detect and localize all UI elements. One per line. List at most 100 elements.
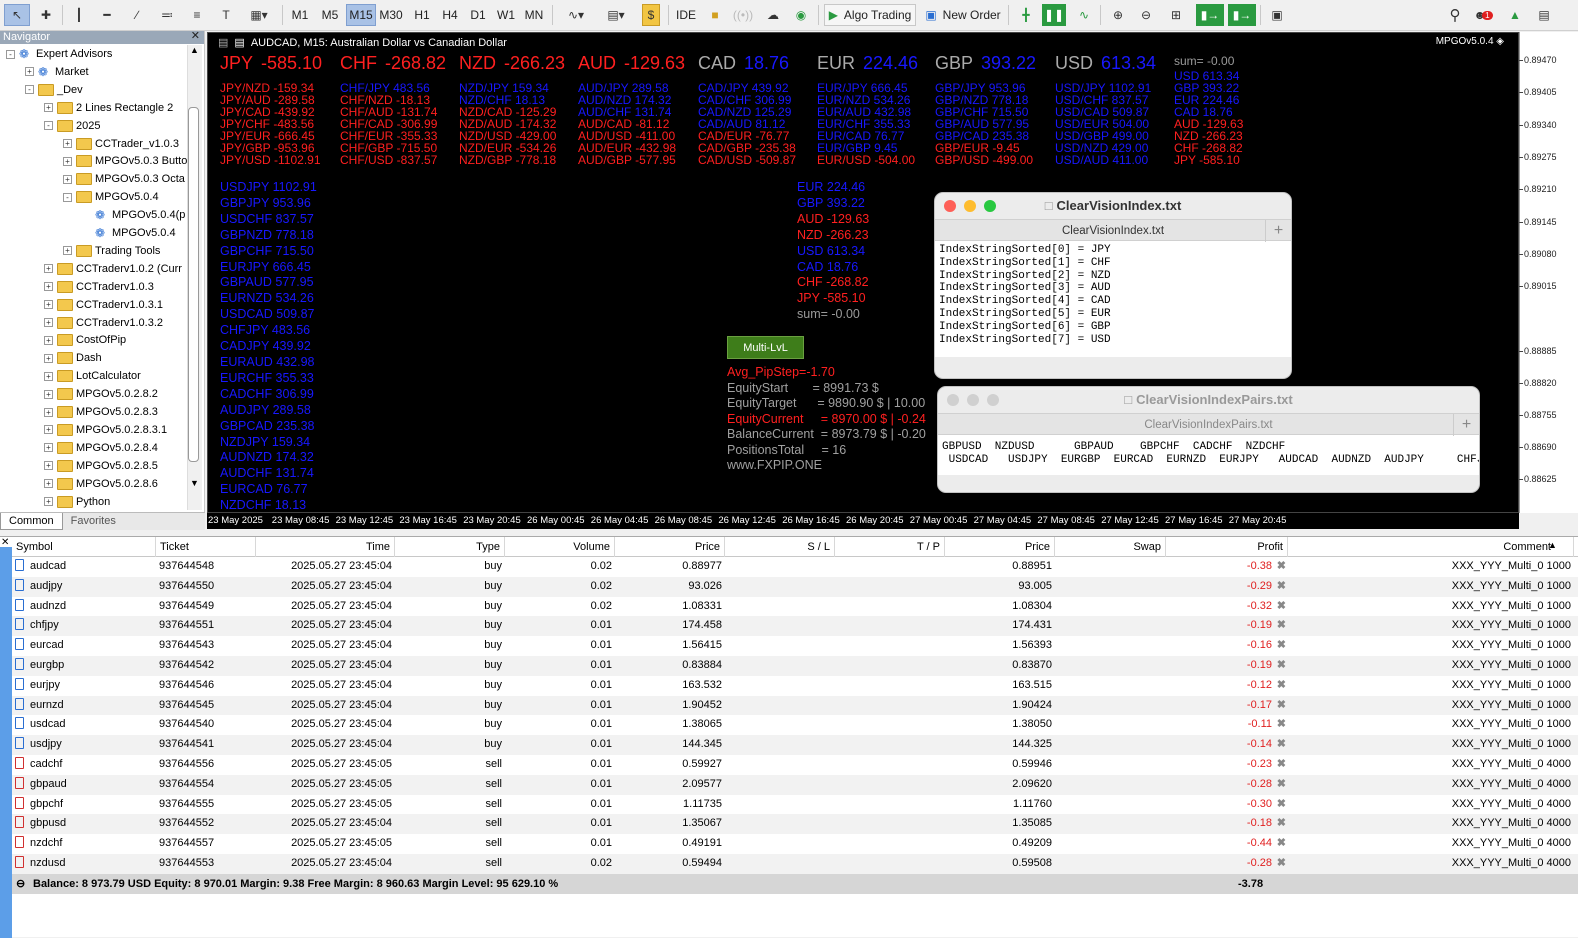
zoom-out-icon[interactable]: ⊖ bbox=[1134, 4, 1158, 26]
sort-arrow-icon[interactable]: ▲ bbox=[1548, 540, 1557, 550]
tree-item[interactable]: - MPGOv5.0.4 bbox=[63, 188, 159, 206]
close-position-icon[interactable]: ✖ bbox=[1277, 755, 1286, 775]
close-position-icon[interactable]: ✖ bbox=[1277, 834, 1286, 854]
close-position-icon[interactable]: ✖ bbox=[1277, 577, 1286, 597]
tree-item[interactable]: + MPGOv5.0.2.8.3 bbox=[44, 403, 158, 421]
collapse-icon[interactable]: ⊖ bbox=[16, 874, 25, 894]
close-position-icon[interactable]: ✖ bbox=[1277, 696, 1286, 716]
expand-icon[interactable]: + bbox=[63, 246, 72, 256]
close-position-icon[interactable]: ✖ bbox=[1277, 557, 1286, 577]
shop-bag-icon[interactable]: ■ bbox=[704, 4, 726, 26]
horizontal-line-icon[interactable]: ━ bbox=[96, 4, 118, 26]
multi-lvl-button[interactable]: Multi-LvL bbox=[727, 336, 804, 359]
dollar-icon[interactable]: $ bbox=[642, 4, 660, 26]
fibonacci-icon[interactable]: ≡ bbox=[186, 4, 208, 26]
close-position-icon[interactable]: ✖ bbox=[1277, 854, 1286, 874]
tf-m15-button[interactable]: M15 bbox=[346, 4, 376, 26]
table-row[interactable]: eurgbp 937644542 2025.05.27 23:45:04 buy 0.0… bbox=[12, 656, 1578, 676]
close-position-icon[interactable]: ✖ bbox=[1277, 636, 1286, 656]
ide-button[interactable]: IDE bbox=[672, 4, 700, 26]
price-axis[interactable]: 0.89470 0.89405 0.89340 0.89275 0.89210 0.891… bbox=[1519, 32, 1578, 513]
tree-item[interactable]: + Dash bbox=[44, 349, 102, 367]
plus-icon[interactable]: + bbox=[1453, 414, 1479, 436]
expand-icon[interactable]: + bbox=[63, 174, 72, 184]
tree-item[interactable]: + Python bbox=[44, 493, 110, 510]
table-row[interactable]: cadchf 937644556 2025.05.27 23:45:05 sell 0.… bbox=[12, 755, 1578, 775]
expand-icon[interactable]: + bbox=[44, 407, 53, 417]
tree-item[interactable]: + CostOfPip bbox=[44, 331, 126, 349]
table-row[interactable]: gbpaud 937644554 2025.05.27 23:45:05 sell 0.… bbox=[12, 774, 1578, 795]
trendline-icon[interactable]: ∕ bbox=[126, 4, 148, 26]
pairs-content[interactable]: GBPUSD NZDUSD GBPAUD GBPCHF CADCHF NZDCH… bbox=[938, 435, 1479, 475]
tree-item[interactable]: - 2025 bbox=[44, 117, 100, 135]
zoom-in-icon[interactable]: ⊕ bbox=[1106, 4, 1130, 26]
expand-icon[interactable]: + bbox=[44, 282, 53, 292]
column-header-symbol[interactable]: Symbol bbox=[12, 537, 156, 557]
close-position-icon[interactable]: ✖ bbox=[1277, 656, 1286, 676]
tree-item[interactable]: + MPGOv5.0.3 Octa bbox=[63, 170, 185, 188]
table-row[interactable]: nzdchf 937644557 2025.05.27 23:45:05 sell 0.… bbox=[12, 834, 1578, 854]
table-row[interactable]: eurnzd 937644545 2025.05.27 23:45:04 buy 0.0… bbox=[12, 695, 1578, 716]
tree-item[interactable]: + Trading Tools bbox=[63, 242, 160, 260]
algo-trading-button[interactable]: ▶ Algo Trading bbox=[824, 4, 916, 26]
table-row[interactable]: audjpy 937644550 2025.05.27 23:45:04 buy 0.0… bbox=[12, 576, 1578, 597]
tree-item[interactable]: + MPGOv5.0.2.8.2 bbox=[44, 385, 158, 403]
close-position-icon[interactable]: ✖ bbox=[1277, 775, 1286, 795]
tree-item[interactable]: + LotCalculator bbox=[44, 367, 141, 385]
table-row[interactable]: nzdusd 937644553 2025.05.27 23:45:04 sell 0.… bbox=[12, 854, 1578, 874]
minimize-dot-icon[interactable] bbox=[967, 394, 979, 406]
tf-h4-button[interactable]: H4 bbox=[438, 4, 462, 26]
tf-m5-button[interactable]: M5 bbox=[318, 4, 342, 26]
expand-icon[interactable]: + bbox=[44, 443, 53, 453]
table-row[interactable]: eurcad 937644543 2025.05.27 23:45:04 buy 0.0… bbox=[12, 636, 1578, 656]
vertical-line-icon[interactable]: ┃ bbox=[68, 4, 90, 26]
cursor-icon[interactable]: ↖ bbox=[4, 4, 30, 26]
expand-icon[interactable]: + bbox=[44, 353, 53, 363]
close-position-icon[interactable]: ✖ bbox=[1277, 795, 1286, 815]
tf-mn-button[interactable]: MN bbox=[522, 4, 546, 26]
tree-item[interactable]: + MPGOv5.0.2.8.3.1 bbox=[44, 421, 167, 439]
tree-item[interactable]: + CCTraderv1.0.2 (Curr bbox=[44, 260, 182, 278]
expand-icon[interactable]: + bbox=[44, 103, 53, 113]
expand-icon[interactable]: + bbox=[44, 425, 53, 435]
plus-icon[interactable]: + bbox=[1265, 220, 1291, 242]
scroll-up-icon[interactable]: ▲ bbox=[190, 45, 199, 55]
tree-item[interactable]: +2 Lines Rectangle 2 bbox=[44, 99, 173, 117]
pairs-window-titlebar[interactable]: □ ClearVisionIndexPairs.txt bbox=[938, 387, 1479, 413]
channel-icon[interactable]: ≕ bbox=[156, 4, 178, 26]
expand-icon[interactable]: + bbox=[63, 156, 72, 166]
tf-w1-button[interactable]: W1 bbox=[494, 4, 518, 26]
scroll-down-icon[interactable]: ▼ bbox=[190, 478, 199, 488]
tree-item[interactable]: + MPGOv5.0.3 Butto bbox=[63, 152, 187, 170]
expand-icon[interactable]: - bbox=[6, 49, 15, 59]
tree-item[interactable]: - ❁ Expert Advisors bbox=[6, 45, 112, 63]
expand-icon[interactable]: - bbox=[63, 192, 72, 202]
column-header-t-p[interactable]: T / P bbox=[835, 537, 945, 557]
tree-item[interactable]: + CCTraderv1.0.3.2 bbox=[44, 314, 163, 332]
close-position-icon[interactable]: ✖ bbox=[1277, 616, 1286, 636]
maximize-dot-icon[interactable] bbox=[984, 200, 996, 212]
tree-item[interactable]: + ❁ Market bbox=[25, 63, 89, 81]
expand-icon[interactable]: + bbox=[44, 300, 53, 310]
close-position-icon[interactable]: ✖ bbox=[1277, 715, 1286, 735]
column-header-s-l[interactable]: S / L bbox=[725, 537, 835, 557]
chart-shift-icon[interactable]: ▮→ bbox=[1228, 4, 1256, 26]
table-row[interactable]: usdcad 937644540 2025.05.27 23:45:04 buy 0.0… bbox=[12, 715, 1578, 736]
crosshair-icon[interactable]: ✚ bbox=[34, 4, 58, 26]
maximize-dot-icon[interactable] bbox=[987, 394, 999, 406]
expand-icon[interactable]: + bbox=[44, 264, 53, 274]
signal-icon[interactable]: ((•)) bbox=[732, 4, 754, 26]
column-header-volume[interactable]: Volume bbox=[505, 537, 615, 557]
expand-icon[interactable]: + bbox=[44, 318, 53, 327]
templates-icon[interactable]: ▤▾ bbox=[598, 4, 634, 26]
index-window-tab[interactable]: ClearVisionIndex.txt + bbox=[935, 219, 1291, 242]
tf-d1-button[interactable]: D1 bbox=[466, 4, 490, 26]
screenshot-icon[interactable]: ▣ bbox=[1264, 4, 1290, 26]
expand-icon[interactable]: + bbox=[63, 139, 72, 148]
expand-icon[interactable]: - bbox=[25, 85, 34, 95]
bar-chart-icon[interactable]: ╋ bbox=[1014, 4, 1038, 26]
table-row[interactable]: eurjpy 937644546 2025.05.27 23:45:04 buy 0.0… bbox=[12, 675, 1578, 696]
new-order-button[interactable]: ▣ New Order bbox=[922, 4, 1004, 26]
expand-icon[interactable]: + bbox=[44, 461, 53, 471]
expand-icon[interactable]: + bbox=[44, 479, 53, 489]
